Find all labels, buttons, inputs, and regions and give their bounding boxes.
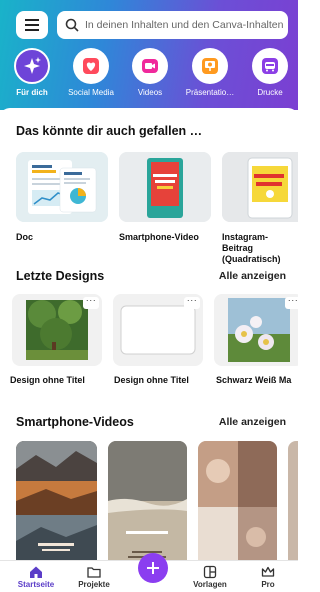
landscape-video-thumbnail bbox=[16, 441, 97, 560]
nav-home-label: Startseite bbox=[17, 580, 55, 589]
templates-icon bbox=[203, 565, 217, 579]
video-card-2[interactable] bbox=[108, 441, 187, 560]
videos-title: Smartphone-Videos bbox=[16, 415, 134, 429]
recent-card-2[interactable]: ··· bbox=[113, 294, 203, 366]
instagram-thumbnail bbox=[222, 152, 298, 222]
category-presentations[interactable]: Präsentatio… bbox=[180, 46, 240, 104]
search-bar[interactable] bbox=[57, 11, 288, 39]
category-label: Social Media bbox=[68, 88, 114, 97]
presentation-icon bbox=[202, 58, 218, 74]
print-bus-icon bbox=[262, 58, 278, 74]
nav-pro-label: Pro bbox=[261, 580, 275, 589]
recent-label: Schwarz Weiß Ma bbox=[216, 375, 292, 385]
menu-button[interactable] bbox=[16, 11, 48, 39]
suggestion-card-instagram[interactable] bbox=[222, 152, 298, 222]
category-label: Drucke bbox=[257, 88, 283, 97]
videos-see-all[interactable]: Alle anzeigen bbox=[219, 416, 286, 428]
portrait-video-thumbnail bbox=[198, 441, 277, 560]
hero-header: Für dich Social Media Videos bbox=[0, 0, 298, 110]
recent-card-3[interactable]: ··· bbox=[214, 294, 298, 366]
more-options-icon[interactable]: ··· bbox=[83, 296, 99, 309]
folder-icon bbox=[87, 567, 101, 578]
nav-templates-label: Vorlagen bbox=[193, 580, 227, 589]
nav-projects[interactable]: Projekte bbox=[66, 565, 122, 589]
beach-video-thumbnail bbox=[108, 441, 187, 560]
home-icon bbox=[30, 566, 42, 578]
recent-title: Letzte Designs bbox=[16, 269, 105, 283]
suggestion-card-smartphone-video[interactable] bbox=[119, 152, 211, 222]
recent-label: Design ohne Titel bbox=[114, 375, 189, 385]
video-camera-icon bbox=[142, 59, 158, 73]
category-videos[interactable]: Videos bbox=[120, 46, 180, 104]
nav-home[interactable]: Startseite bbox=[8, 565, 64, 589]
create-button[interactable] bbox=[138, 553, 168, 583]
nav-pro[interactable]: Pro bbox=[240, 565, 296, 589]
suggestion-label: Smartphone-Video bbox=[119, 232, 199, 242]
category-for-you[interactable]: Für dich bbox=[2, 46, 62, 104]
category-social-media[interactable]: Social Media bbox=[61, 46, 121, 104]
recent-see-all[interactable]: Alle anzeigen bbox=[219, 270, 286, 282]
category-row: Für dich Social Media Videos Präsentatio… bbox=[0, 46, 298, 104]
recent-card-1[interactable]: ··· bbox=[12, 294, 102, 366]
plus-icon bbox=[147, 562, 159, 574]
category-label: Videos bbox=[137, 88, 163, 97]
sparkle-icon bbox=[24, 57, 41, 74]
content-sheet: Das könnte dir auch gefallen … Doc Smart… bbox=[0, 108, 298, 560]
category-label: Präsentatio… bbox=[185, 88, 235, 97]
recent-label: Design ohne Titel bbox=[10, 375, 85, 385]
hamburger-icon bbox=[25, 19, 39, 31]
heart-icon bbox=[83, 58, 99, 74]
search-input[interactable] bbox=[85, 19, 285, 31]
phone-video-thumbnail bbox=[119, 152, 211, 222]
doc-thumbnail bbox=[16, 152, 108, 222]
crown-icon bbox=[261, 566, 275, 577]
suggestion-card-doc[interactable] bbox=[16, 152, 108, 222]
video-card-4[interactable] bbox=[288, 441, 298, 560]
category-prints[interactable]: Drucke bbox=[240, 46, 300, 104]
suggestion-label: Instagram-Beitrag (Quadratisch) bbox=[222, 232, 281, 264]
nav-templates[interactable]: Vorlagen bbox=[182, 565, 238, 589]
video-card-3[interactable] bbox=[198, 441, 277, 560]
search-icon bbox=[65, 18, 79, 32]
video-card-1[interactable] bbox=[16, 441, 97, 560]
suggestion-label: Doc bbox=[16, 232, 34, 242]
more-options-icon[interactable]: ··· bbox=[285, 296, 298, 309]
more-options-icon[interactable]: ··· bbox=[184, 296, 200, 309]
suggestions-title: Das könnte dir auch gefallen … bbox=[16, 124, 203, 138]
bottom-nav: Startseite Projekte Vorlagen Pro bbox=[0, 553, 298, 592]
nav-projects-label: Projekte bbox=[78, 580, 110, 589]
